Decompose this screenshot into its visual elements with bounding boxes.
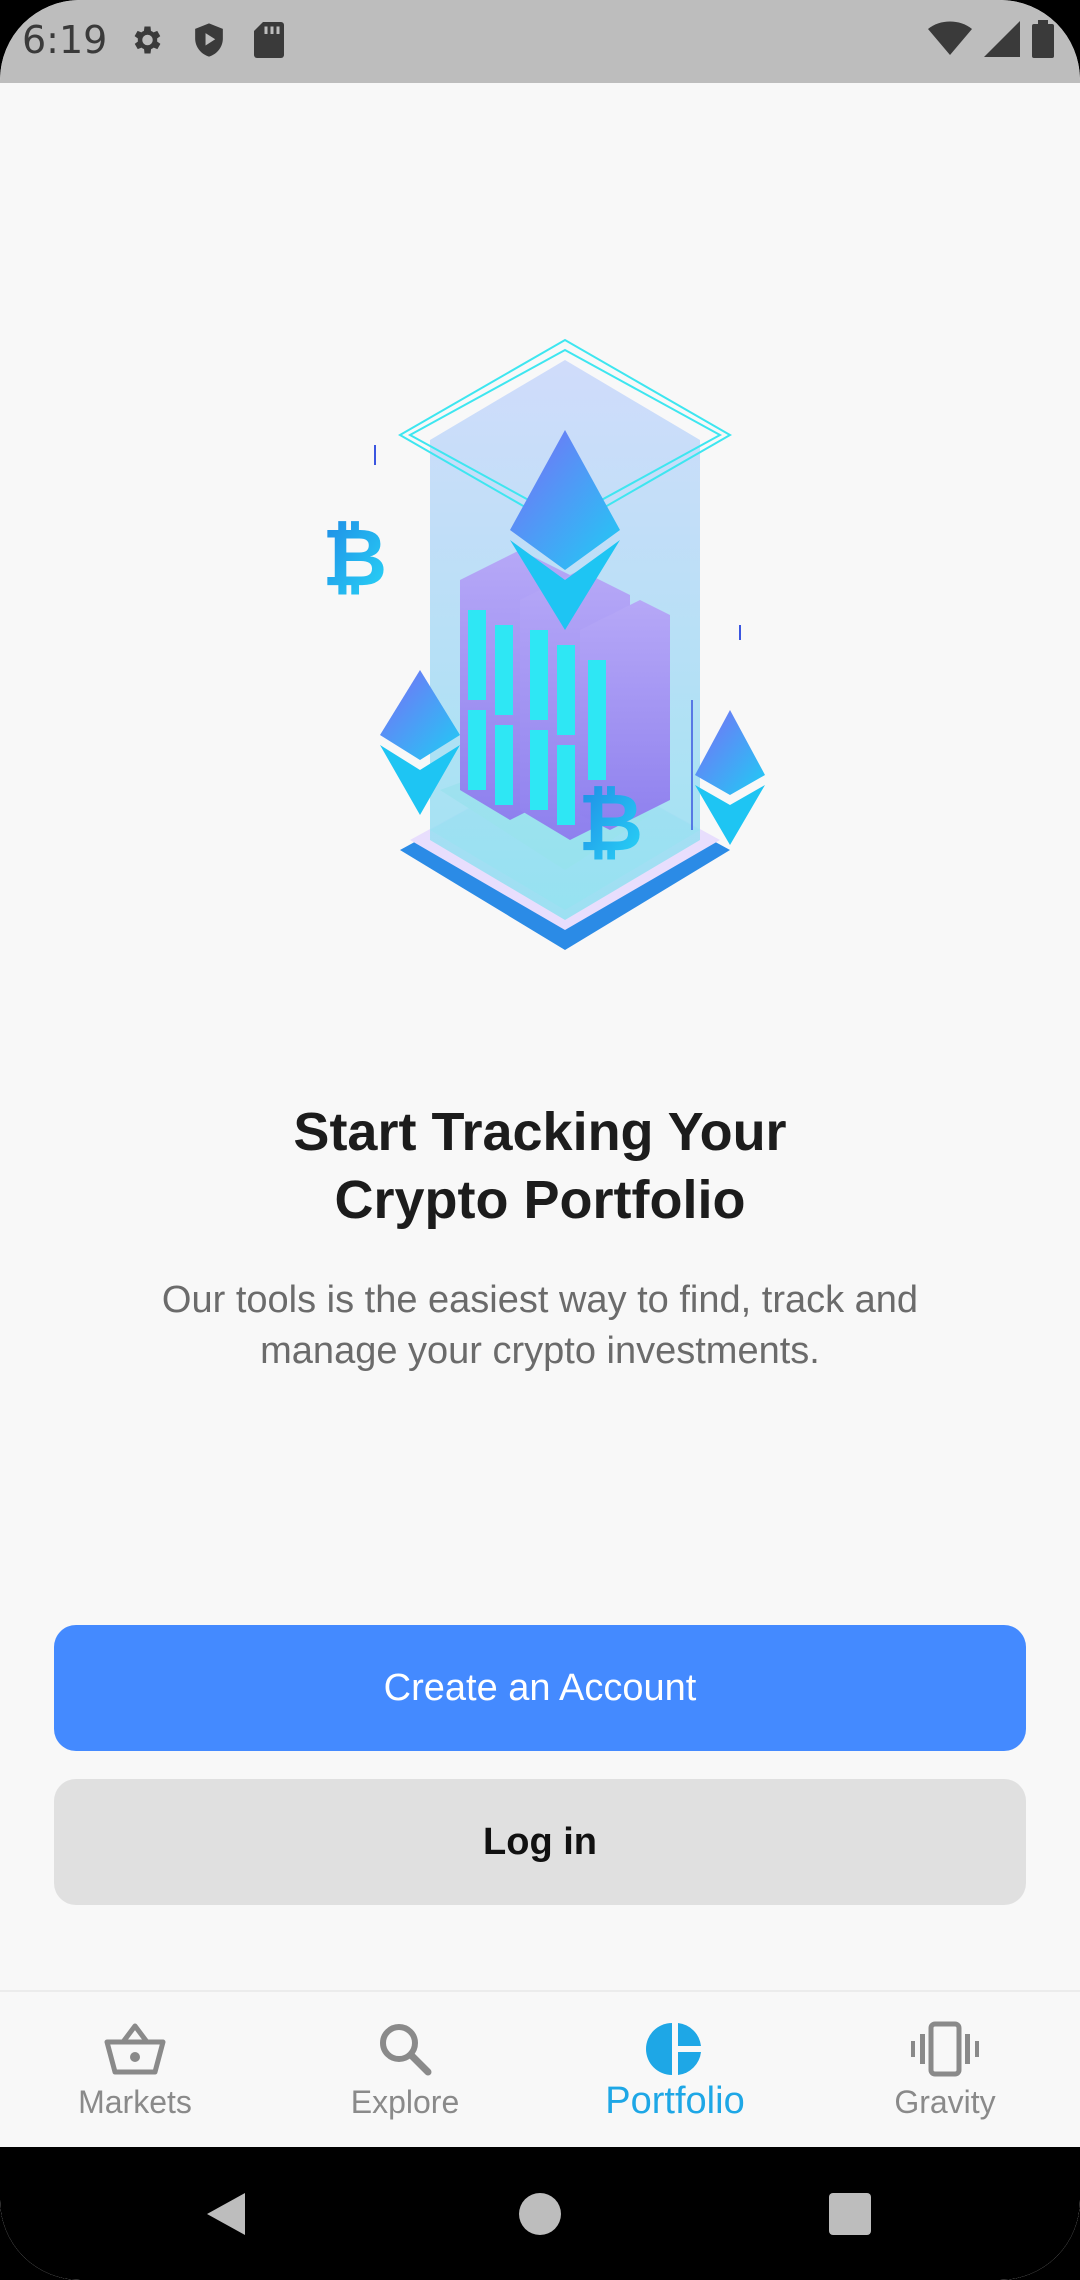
description-text: Our tools is the easiest way to find, tr…	[161, 1279, 919, 1372]
nav-item-portfolio[interactable]: Portfolio	[540, 1992, 810, 2147]
title-line-2: Crypto Portfolio	[334, 1170, 746, 1230]
search-icon	[380, 2024, 432, 2076]
back-icon[interactable]	[205, 2191, 247, 2237]
signal-icon	[984, 21, 1020, 57]
create-account-button[interactable]: Create an Account	[54, 1625, 1026, 1751]
home-icon[interactable]	[518, 2191, 562, 2237]
nav-item-gravity[interactable]: Gravity	[810, 1992, 1080, 2147]
status-bar: 6:19	[0, 0, 1080, 83]
wifi-icon	[928, 21, 972, 55]
svg-text:₿: ₿	[578, 776, 643, 869]
nav-label-markets: Markets	[78, 2084, 192, 2120]
nav-label-portfolio: Portfolio	[605, 2080, 745, 2122]
sd-card-icon	[254, 22, 284, 58]
system-navigation-bar	[0, 2147, 1080, 2280]
recents-icon[interactable]	[828, 2191, 872, 2237]
nav-item-explore[interactable]: Explore	[270, 1992, 540, 2147]
svg-text:₿: ₿	[322, 511, 387, 604]
shield-icon	[195, 23, 223, 57]
page-title: Start Tracking Your Crypto Portfolio	[0, 1098, 1080, 1234]
battery-icon	[1032, 20, 1054, 58]
vibration-icon	[911, 2021, 979, 2077]
bottom-navigation: Markets Explore Portfolio Gravity	[0, 1990, 1080, 2147]
title-line-1: Start Tracking Your	[293, 1102, 787, 1162]
nav-label-gravity: Gravity	[894, 2084, 996, 2120]
nav-label-explore: Explore	[350, 2084, 460, 2120]
gear-icon	[134, 26, 161, 54]
crypto-tower-illustration: ₿ ₿	[322, 338, 765, 950]
app-screen: 6:19 ₿ ₿ Start Tracking Your Crypto Port…	[0, 0, 1080, 2280]
nav-item-markets[interactable]: Markets	[0, 1992, 270, 2147]
basket-icon	[104, 2023, 166, 2075]
status-time: 6:19	[22, 18, 108, 62]
pie-chart-icon	[646, 2023, 701, 2075]
login-button[interactable]: Log in	[54, 1779, 1026, 1905]
